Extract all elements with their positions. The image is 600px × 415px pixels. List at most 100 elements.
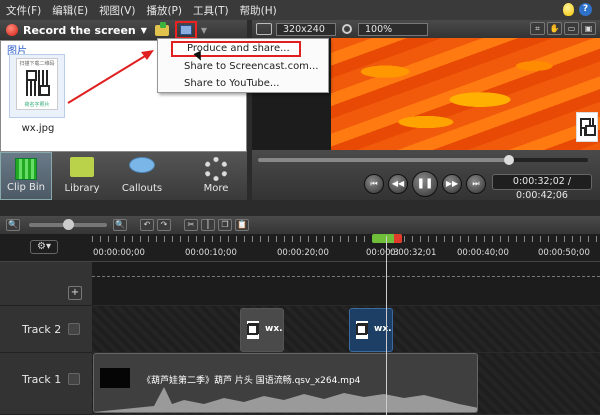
clip-toolbar: Record the screen ▼ ▼ — [0, 20, 247, 40]
tab-library[interactable]: Library — [56, 152, 108, 200]
audio-waveform — [94, 387, 477, 412]
media-thumbnail[interactable]: 扫描下载二维码 荷名字照片 — [16, 58, 58, 110]
clip-label: wx. — [374, 324, 392, 334]
paste-icon[interactable]: 📋 — [235, 219, 249, 231]
help-icon[interactable]: ? — [579, 3, 592, 16]
chevron-down-icon[interactable]: ▼ — [201, 26, 207, 35]
clip-thumbnail — [356, 321, 368, 339]
detach-icon[interactable]: ▭ — [564, 22, 579, 35]
film-strip-icon — [15, 158, 37, 180]
playback-controls: ⏮ ◀◀ ❚❚ ▶▶ ⏭ 0:00:32;02 / 0:00:42;06 — [252, 150, 600, 201]
fast-forward-icon[interactable]: ▶▶ — [442, 174, 462, 194]
pause-icon[interactable]: ❚❚ — [412, 171, 438, 197]
playhead-handle[interactable] — [372, 234, 402, 243]
tab-clip-bin[interactable]: Clip Bin — [0, 152, 52, 200]
track-label: Track 1 — [22, 373, 62, 386]
more-dots-icon — [204, 157, 228, 181]
library-icon — [70, 157, 94, 177]
timeline-tracks: + Track 2 wx. wx. Track 1 《葫芦娃第二季》葫芦 片头 … — [0, 262, 600, 415]
media-item-label[interactable]: wx.jpg — [11, 123, 65, 134]
film-icon — [179, 25, 192, 35]
menu-help[interactable]: 帮助(H) — [240, 3, 277, 18]
empty-track-lane[interactable] — [92, 262, 600, 306]
undo-icon[interactable]: ↶ — [140, 219, 154, 231]
record-icon — [6, 24, 18, 36]
qr-code-icon — [247, 323, 259, 335]
redo-icon[interactable]: ↷ — [157, 219, 171, 231]
magnifier-icon[interactable] — [342, 24, 352, 34]
tab-label: Callouts — [121, 183, 163, 194]
cut-icon[interactable]: ✂ — [184, 219, 198, 231]
chevron-down-icon[interactable]: ▼ — [141, 26, 147, 35]
menu-tools[interactable]: 工具(T) — [193, 3, 229, 18]
skip-back-icon[interactable]: ⏮ — [364, 174, 384, 194]
menu-play[interactable]: 播放(P) — [146, 3, 182, 18]
tab-label: More — [203, 183, 229, 194]
menu-item-screencast[interactable]: Share to Screencast.com... — [160, 59, 326, 75]
lock-icon[interactable] — [68, 373, 80, 385]
timecode-display: 0:00:32;02 / 0:00:42;06 — [492, 174, 592, 201]
qr-code-icon — [580, 118, 596, 136]
marker-line — [92, 276, 600, 277]
track-2-lane[interactable] — [92, 306, 600, 353]
clip-label: wx. — [265, 324, 283, 334]
menu-edit[interactable]: 编辑(E) — [52, 3, 88, 18]
timeline-clip[interactable]: wx. — [240, 308, 284, 352]
qr-code-icon — [356, 323, 368, 335]
fullscreen-icon[interactable]: ▣ — [581, 22, 596, 35]
scrub-progress — [258, 158, 509, 162]
split-icon[interactable]: ⎮ — [201, 219, 215, 231]
skip-forward-icon[interactable]: ⏭ — [466, 174, 486, 194]
thumbnail-caption: 荷名字照片 — [24, 102, 50, 108]
fit-icon[interactable] — [256, 23, 272, 35]
clip-thumbnail — [247, 321, 259, 339]
ruler-ticks — [92, 236, 600, 242]
menu-bar: 文件(F) 编辑(E) 视图(V) 播放(P) 工具(T) 帮助(H) ? — [0, 0, 600, 20]
crop-icon[interactable]: ⌗ — [530, 22, 545, 35]
add-track-icon[interactable]: + — [68, 286, 82, 300]
dimensions-field[interactable]: 320x240 — [276, 22, 336, 36]
record-screen-button[interactable]: Record the screen — [23, 24, 136, 37]
track-2-header: Track 2 — [0, 306, 92, 353]
video-frame — [331, 38, 600, 150]
produce-share-menu: Produce and share... Share to Screencast… — [157, 38, 329, 93]
zoom-handle[interactable] — [63, 219, 75, 230]
camtasia-window: 文件(F) 编辑(E) 视图(V) 播放(P) 工具(T) 帮助(H) ? Re… — [0, 0, 600, 415]
gear-icon[interactable]: ⚙▾ — [30, 240, 58, 254]
import-media-icon[interactable] — [154, 21, 169, 36]
lightbulb-icon[interactable] — [563, 3, 574, 16]
ruler-label: 0:00:32;01 — [390, 248, 437, 258]
produce-share-button[interactable] — [174, 21, 197, 39]
ruler-label: 00:00:40;00 — [457, 248, 509, 258]
ruler-label: 00:00:10;00 — [185, 248, 237, 258]
ruler-label: 00:00:50;00 — [538, 248, 590, 258]
zoom-out-icon[interactable]: 🔍 — [6, 219, 20, 231]
copy-icon[interactable]: ❐ — [218, 219, 232, 231]
hand-icon[interactable]: ✋ — [547, 22, 562, 35]
video-audio-clip[interactable]: 《葫芦娃第二季》葫芦 片头 国语流畅.qsv_x264.mp4 — [93, 353, 478, 413]
zoom-in-icon[interactable]: 🔍 — [113, 219, 127, 231]
track-1-header: Track 1 — [0, 353, 92, 415]
qr-code-icon — [26, 70, 50, 96]
qr-code-overlay — [576, 112, 598, 142]
tab-label: Library — [64, 183, 100, 194]
tab-label: Clip Bin — [6, 182, 46, 193]
timeline-ruler[interactable]: ⚙▾ 00:00:00;00 00:00:10;00 00:00:20;00 0… — [0, 234, 600, 262]
tab-more[interactable]: More — [190, 152, 242, 200]
menu-view[interactable]: 视图(V) — [99, 3, 135, 18]
empty-track-header: + — [0, 262, 92, 306]
ruler-label: 00:00:20;00 — [277, 248, 329, 258]
menu-item-produce-share[interactable]: Produce and share... — [171, 41, 301, 57]
lock-icon[interactable] — [68, 323, 80, 335]
thumbnail-caption: 扫描下载二维码 — [19, 61, 55, 67]
speech-bubble-icon — [129, 157, 155, 173]
tab-callouts[interactable]: Callouts — [112, 152, 172, 200]
menu-file[interactable]: 文件(F) — [6, 3, 41, 18]
zoom-select[interactable]: 100% — [358, 22, 428, 36]
scrub-bar[interactable] — [258, 155, 588, 165]
rewind-icon[interactable]: ◀◀ — [388, 174, 408, 194]
menu-item-youtube[interactable]: Share to YouTube... — [160, 76, 326, 92]
timeline-zoom-slider[interactable] — [29, 219, 107, 230]
scrub-handle[interactable] — [503, 155, 514, 165]
playhead-line[interactable] — [386, 236, 387, 415]
